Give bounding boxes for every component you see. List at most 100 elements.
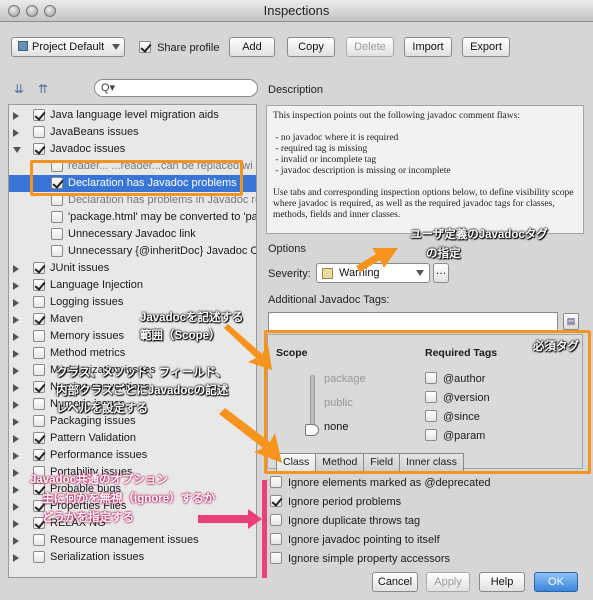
chevron-right-icon[interactable]: [13, 265, 19, 273]
chevron-right-icon[interactable]: [13, 418, 19, 426]
tree-item-label: Unnecessary Javadoc link: [68, 228, 196, 240]
options-header: Options: [268, 243, 306, 255]
option-check[interactable]: Ignore javadoc pointing to itself: [270, 531, 440, 549]
profile-dropdown[interactable]: Project Default: [11, 37, 125, 57]
zoom-window-button[interactable]: [44, 5, 56, 17]
severity-label: Severity:: [268, 268, 311, 280]
tree-item[interactable]: Javadoc issues: [9, 141, 256, 158]
option-checkbox[interactable]: [270, 533, 282, 545]
tree-item-checkbox[interactable]: [33, 551, 45, 563]
option-check[interactable]: Ignore simple property accessors: [270, 550, 450, 568]
option-checkbox[interactable]: [270, 552, 282, 564]
chevron-down-icon[interactable]: [13, 147, 21, 153]
tree-item[interactable]: JUnit issues: [9, 260, 256, 277]
chevron-right-icon[interactable]: [13, 333, 19, 341]
edit-tags-icon[interactable]: ▤: [563, 313, 579, 330]
expand-all-icon[interactable]: ⇊: [14, 82, 24, 96]
delete-button[interactable]: Delete: [346, 37, 394, 57]
tree-item-checkbox[interactable]: [51, 245, 63, 257]
window-title: Inspections: [263, 3, 330, 18]
tree-item[interactable]: Unnecessary {@inheritDoc} Javadoc Co: [9, 243, 256, 260]
chevron-right-icon[interactable]: [13, 282, 19, 290]
close-window-button[interactable]: [8, 5, 20, 17]
chevron-right-icon[interactable]: [13, 469, 19, 477]
tree-item-checkbox[interactable]: [51, 228, 63, 240]
import-button[interactable]: Import: [404, 37, 452, 57]
tree-item[interactable]: Logging issues: [9, 294, 256, 311]
tree-item[interactable]: Method metrics: [9, 345, 256, 362]
tree-item[interactable]: JavaBeans issues: [9, 124, 256, 141]
chevron-right-icon[interactable]: [13, 537, 19, 545]
additional-tags-input[interactable]: [268, 312, 558, 332]
option-check[interactable]: Ignore period problems: [270, 493, 401, 511]
annotation-levels-line2: 内部クラスごとにJavadocの記述: [56, 385, 229, 397]
tree-item-label: Memory issues: [50, 330, 124, 342]
chevron-right-icon[interactable]: [13, 112, 19, 120]
tree-item-checkbox[interactable]: [33, 449, 45, 461]
chevron-right-icon[interactable]: [13, 554, 19, 562]
collapse-all-icon[interactable]: ⇈: [38, 82, 48, 96]
tree-item-label: Language Injection: [50, 279, 143, 291]
chevron-right-icon[interactable]: [13, 350, 19, 358]
help-button[interactable]: Help: [479, 572, 525, 592]
tree-item-checkbox[interactable]: [33, 109, 45, 121]
tree-item-checkbox[interactable]: [33, 296, 45, 308]
tree-item-checkbox[interactable]: [33, 534, 45, 546]
apply-button[interactable]: Apply: [426, 572, 470, 592]
annotation-levels-line3: レベルを設定する: [56, 403, 148, 415]
option-checkbox[interactable]: [270, 476, 282, 488]
chevron-right-icon[interactable]: [13, 384, 19, 392]
chevron-right-icon[interactable]: [13, 299, 19, 307]
tree-item-checkbox[interactable]: [33, 262, 45, 274]
tree-item-checkbox[interactable]: [33, 279, 45, 291]
option-checkbox[interactable]: [270, 495, 282, 507]
severity-edit-button[interactable]: …: [433, 263, 449, 283]
tree-item-checkbox[interactable]: [33, 364, 45, 376]
option-label: Ignore duplicate throws tag: [288, 515, 421, 527]
severity-value: Warning: [339, 267, 380, 279]
export-button[interactable]: Export: [462, 37, 510, 57]
tree-item-checkbox[interactable]: [33, 347, 45, 359]
option-check[interactable]: Ignore duplicate throws tag: [270, 512, 420, 530]
chevron-right-icon[interactable]: [13, 316, 19, 324]
chevron-right-icon[interactable]: [13, 367, 19, 375]
tree-item-checkbox[interactable]: [33, 330, 45, 342]
profile-icon: [18, 41, 28, 51]
tree-item[interactable]: Serialization issues: [9, 549, 256, 566]
tree-item-checkbox[interactable]: [33, 432, 45, 444]
option-checkbox[interactable]: [270, 514, 282, 526]
severity-dropdown[interactable]: Warning: [316, 263, 430, 283]
tree-item-checkbox[interactable]: [33, 381, 45, 393]
chevron-right-icon[interactable]: [13, 129, 19, 137]
tree-item[interactable]: Language Injection: [9, 277, 256, 294]
share-profile-option[interactable]: Share profile: [139, 39, 219, 57]
chevron-right-icon[interactable]: [13, 401, 19, 409]
share-profile-checkbox[interactable]: [139, 41, 151, 53]
tree-item-checkbox[interactable]: [33, 313, 45, 325]
chevron-right-icon[interactable]: [13, 486, 19, 494]
chevron-right-icon[interactable]: [13, 520, 19, 528]
cancel-button[interactable]: Cancel: [372, 572, 418, 592]
minimize-window-button[interactable]: [26, 5, 38, 17]
tree-item-checkbox[interactable]: [33, 415, 45, 427]
tree-item[interactable]: Java language level migration aids: [9, 107, 256, 124]
chevron-right-icon[interactable]: [13, 435, 19, 443]
tree-item[interactable]: Unnecessary Javadoc link: [9, 226, 256, 243]
tree-item[interactable]: Resource management issues: [9, 532, 256, 549]
copy-button[interactable]: Copy: [287, 37, 335, 57]
tree-item-checkbox[interactable]: [33, 143, 45, 155]
tree-item[interactable]: Pattern Validation: [9, 430, 256, 447]
tree-item[interactable]: 'package.html' may be converted to 'pa: [9, 209, 256, 226]
inspections-dialog: Project Default Share profile Add Copy D…: [0, 22, 593, 600]
annotation-common-line1: Javadoc共通のオプション: [30, 474, 169, 486]
option-check[interactable]: Ignore elements marked as @deprecated: [270, 474, 491, 492]
tree-item[interactable]: Performance issues: [9, 447, 256, 464]
tree-item-checkbox[interactable]: [33, 398, 45, 410]
tree-item-checkbox[interactable]: [33, 126, 45, 138]
search-input[interactable]: Q▾: [94, 79, 258, 97]
ok-button[interactable]: OK: [534, 572, 578, 592]
chevron-right-icon[interactable]: [13, 452, 19, 460]
chevron-right-icon[interactable]: [13, 503, 19, 511]
add-button[interactable]: Add: [229, 37, 275, 57]
tree-item-checkbox[interactable]: [51, 211, 63, 223]
